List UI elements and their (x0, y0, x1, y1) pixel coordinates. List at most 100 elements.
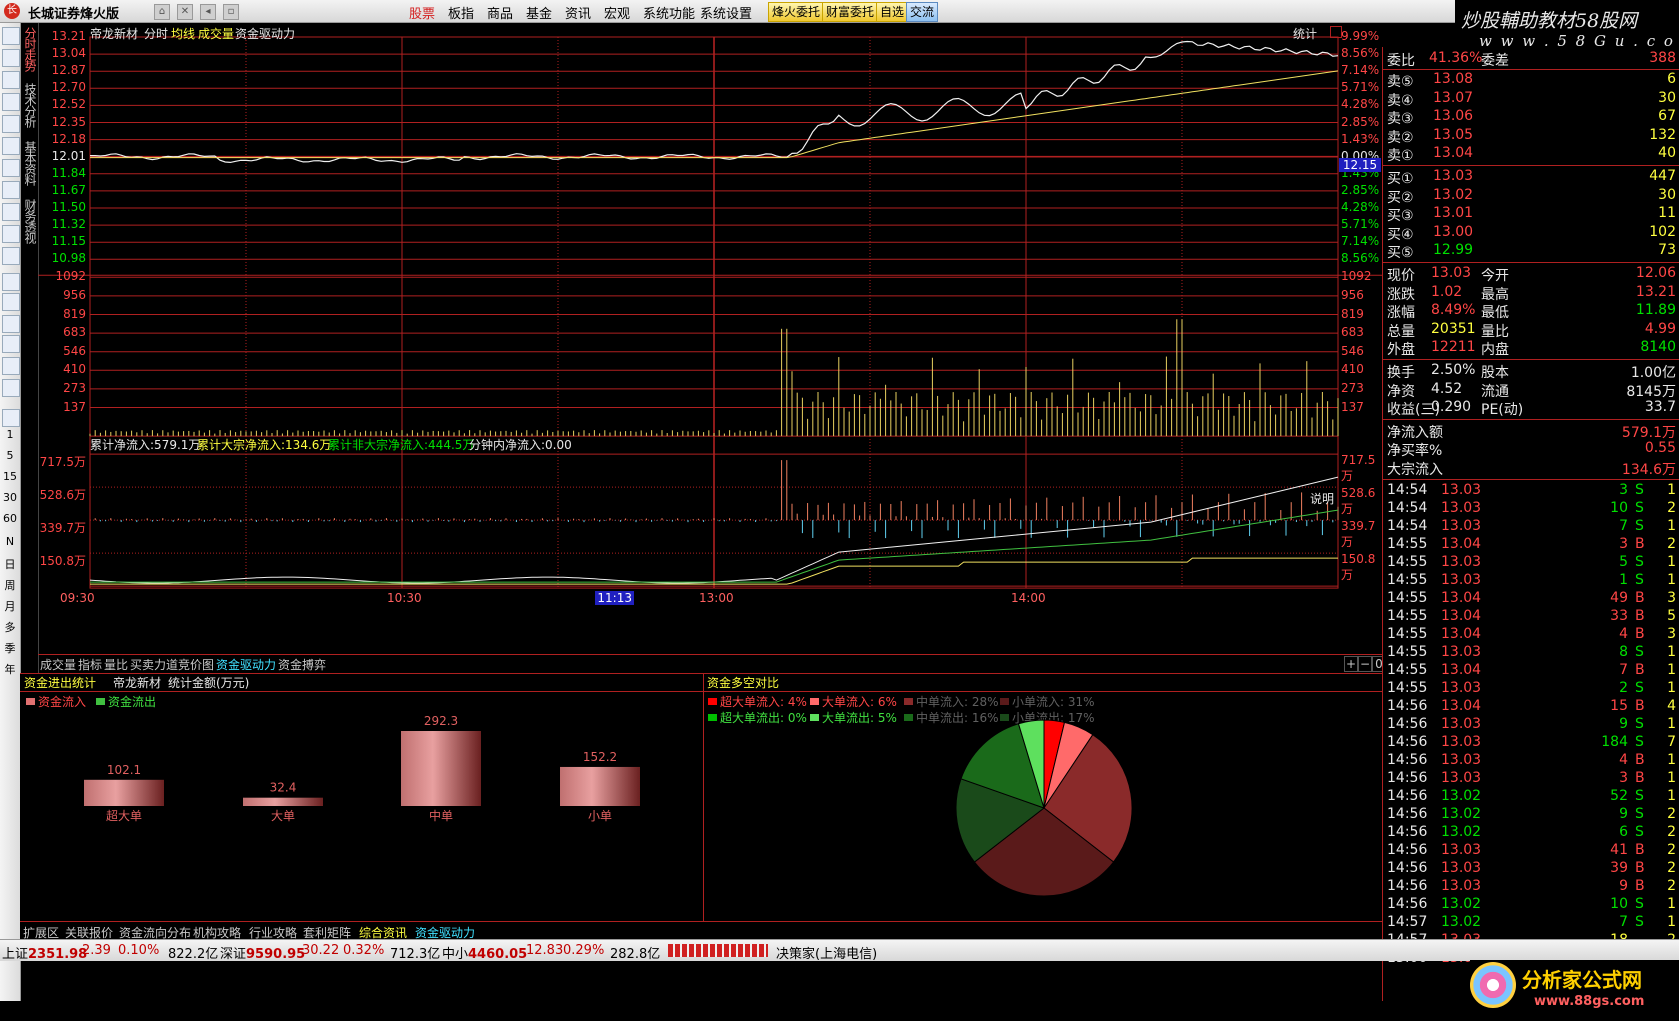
intraday-chart[interactable]: 帝龙新材 分时 均线 成交量 资金驱动力 统计 累计净流入:579.1万 累计大宗净流入… (38, 23, 1386, 673)
stat-row: 涨跌 1.02 最高 13.21 (1387, 283, 1676, 303)
period-tab-2[interactable]: 周 (2, 577, 18, 593)
bottom-tab-2[interactable]: 量比 (104, 656, 128, 673)
f5-icon[interactable] (2, 409, 20, 427)
menu-item-4[interactable]: 资讯 (565, 3, 591, 22)
doc-icon[interactable] (2, 159, 20, 177)
zx-amt: 282.8亿 (610, 947, 661, 962)
period-5[interactable]: 5 (2, 449, 18, 462)
menu-item-6[interactable]: 系统功能 (643, 3, 695, 22)
pct-tick: 8.56% (1341, 46, 1380, 61)
menu-item-2[interactable]: 商品 (487, 3, 513, 22)
tick-row: 14:56 13.04 15 B 4 (1387, 697, 1676, 714)
period-tab-0[interactable]: N (2, 535, 18, 548)
stat-row: 外盘 12211 内盘 8140 (1387, 339, 1676, 359)
menu-item-0[interactable]: 股票 (409, 3, 435, 22)
tick-row: 14:56 13.03 4 B 1 (1387, 751, 1676, 768)
vol-tick-right: 683 (1341, 325, 1364, 340)
bottom-tab-4[interactable]: 竞价图 (178, 656, 214, 673)
quick-button-0[interactable]: 烽火委托 (768, 2, 825, 22)
explain-label[interactable]: 说明 (1310, 490, 1334, 507)
app-title: 长城证券烽火版 (28, 7, 120, 22)
vtab-0[interactable]: 分时走势 (22, 27, 37, 71)
tick-row: 14:56 13.03 3 B 1 (1387, 769, 1676, 786)
search-icon[interactable] (2, 247, 20, 265)
table-icon[interactable] (2, 115, 20, 133)
menu-item-7[interactable]: 系统设置 (700, 3, 752, 22)
period-tab-5[interactable]: 季 (2, 640, 18, 656)
pct-tick: 7.14% (1341, 63, 1380, 78)
compare-icon[interactable] (2, 293, 20, 311)
vol-tick: 956 (63, 287, 86, 302)
scale-ctrl-1[interactable]: − (1358, 656, 1372, 672)
price-tick: 11.67 (51, 182, 86, 197)
period-15[interactable]: 15 (2, 470, 18, 483)
tick-row: 14:56 13.03 9 S 1 (1387, 715, 1676, 732)
window-icon[interactable]: ▫ (223, 4, 239, 20)
price-tick: 11.15 (51, 234, 86, 249)
bottom-tab-3[interactable]: 买卖力道 (130, 656, 178, 673)
vtab-1[interactable]: 技术分析 (22, 83, 37, 127)
vtab-2[interactable]: 基本资料 (22, 141, 37, 185)
zx-index[interactable]: 中小4460.05 (442, 943, 527, 962)
buy-row: 买④ 13.00 102 (1387, 223, 1676, 243)
kline-icon[interactable] (2, 93, 20, 111)
tick-row: 14:56 13.03 41 B 2 (1387, 841, 1676, 858)
bottom-tab-6[interactable]: 资金搏弈 (278, 656, 326, 673)
bar-category-0: 超大单 (106, 808, 142, 823)
trend-icon[interactable] (2, 273, 20, 291)
home-icon[interactable]: ⌂ (154, 4, 170, 20)
bottom-tab-1[interactable]: 指标 (78, 656, 102, 673)
back-icon[interactable]: ◂ (200, 4, 216, 20)
period-tab-4[interactable]: 多 (2, 619, 18, 635)
chart-mode-2[interactable]: 成交量 (198, 25, 234, 42)
period-30[interactable]: 30 (2, 491, 18, 504)
pct-icon[interactable] (2, 335, 20, 353)
line-chart-icon[interactable] (2, 71, 20, 89)
bottom-tab-0[interactable]: 成交量 (40, 656, 76, 673)
quick-button-2[interactable]: 自选 (876, 2, 909, 22)
vtab-3[interactable]: 财务透视 (22, 199, 37, 243)
pen-icon[interactable] (2, 379, 20, 397)
fund-bar-chart: 102.1 超大单 32.4 大单 292.3 中单 152.2 小单 (84, 714, 640, 823)
sell-row: 卖① 13.04 40 (1387, 145, 1676, 165)
tick-row: 14:54 13.03 7 S 1 (1387, 517, 1676, 534)
quote-list-icon[interactable] (2, 27, 20, 45)
bottom-tab-5[interactable]: 资金驱动力 (216, 656, 276, 673)
flow-tick-right: 717.5万 (1341, 453, 1376, 484)
vol-tick-right: 956 (1341, 287, 1364, 302)
grid-icon[interactable] (2, 49, 20, 67)
bar-icon[interactable] (2, 315, 20, 333)
tick-row: 14:55 13.03 2 S 1 (1387, 679, 1676, 696)
pct-tick: 5.71% (1341, 80, 1380, 95)
menu-item-5[interactable]: 宏观 (604, 3, 630, 22)
f10-icon[interactable] (2, 137, 20, 155)
sh-index[interactable]: 上证2351.98 (2, 943, 87, 962)
chart-mode-3[interactable]: 资金驱动力 (235, 25, 295, 42)
stat-label[interactable]: 统计 (1293, 25, 1317, 42)
add-icon[interactable] (2, 357, 20, 375)
bar-2 (401, 731, 481, 806)
menu-item-1[interactable]: 板指 (448, 3, 474, 22)
period-60[interactable]: 60 (2, 512, 18, 525)
menu-item-3[interactable]: 基金 (526, 3, 552, 22)
sz-index[interactable]: 深证9590.95 (220, 943, 305, 962)
period-1[interactable]: 1 (2, 428, 18, 441)
close-tab-icon[interactable]: ✕ (177, 4, 193, 20)
period-tab-3[interactable]: 月 (2, 598, 18, 614)
period-tab-6[interactable]: 年 (2, 661, 18, 677)
f12-icon[interactable] (2, 203, 20, 221)
tick-row: 14:54 13.03 3 S 1 (1387, 481, 1676, 498)
bar-category-3: 小单 (588, 809, 612, 823)
bottom-brand: 分析家公式网 www.88gs.com (1470, 960, 1679, 1021)
chart-mode-1[interactable]: 均线 (171, 25, 195, 42)
stock-name: 帝龙新材 (90, 27, 139, 41)
news-icon[interactable] (2, 181, 20, 199)
tick-row: 14:56 13.02 52 S 1 (1387, 787, 1676, 804)
quick-button-3[interactable]: 交流 (906, 2, 939, 22)
scale-ctrl-0[interactable]: + (1344, 656, 1358, 672)
chart-mode-0[interactable]: 分时 (144, 25, 168, 42)
f10b-icon[interactable] (2, 225, 20, 243)
quick-button-1[interactable]: 财富委托 (822, 2, 879, 22)
period-tab-1[interactable]: 日 (2, 556, 18, 572)
pct-tick: 4.28% (1341, 200, 1380, 214)
